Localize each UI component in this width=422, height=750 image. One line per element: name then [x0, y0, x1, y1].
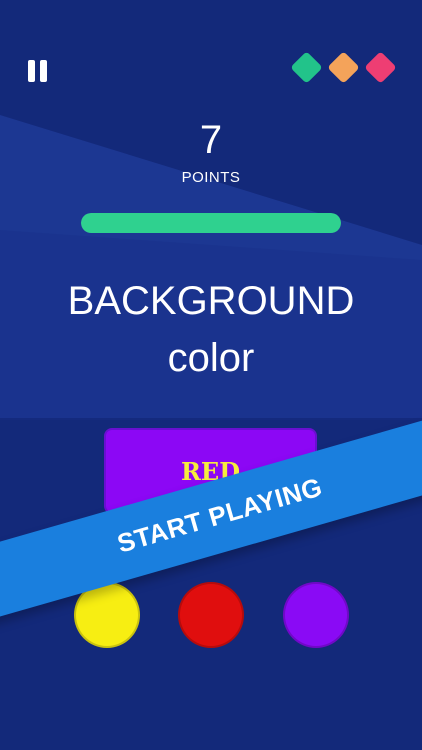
- prompt-attribute: color: [167, 336, 255, 380]
- pause-icon: [27, 60, 35, 82]
- life-gem-orange: [327, 51, 360, 84]
- pause-button[interactable]: [26, 60, 48, 82]
- lives-indicator: [290, 51, 397, 84]
- choice-red-button[interactable]: [178, 582, 244, 648]
- choice-purple-button[interactable]: [283, 582, 349, 648]
- background-stripe-dark: [0, 230, 422, 420]
- timer-bar-fill: [81, 213, 341, 233]
- score-value: 7: [199, 118, 223, 162]
- life-gem-pink: [364, 51, 397, 84]
- score-label: POINTS: [181, 169, 241, 186]
- timer-bar: [81, 213, 341, 233]
- prompt-target: BACKGROUND: [67, 279, 355, 323]
- life-gem-green: [290, 51, 323, 84]
- pause-icon-bar: [39, 60, 47, 82]
